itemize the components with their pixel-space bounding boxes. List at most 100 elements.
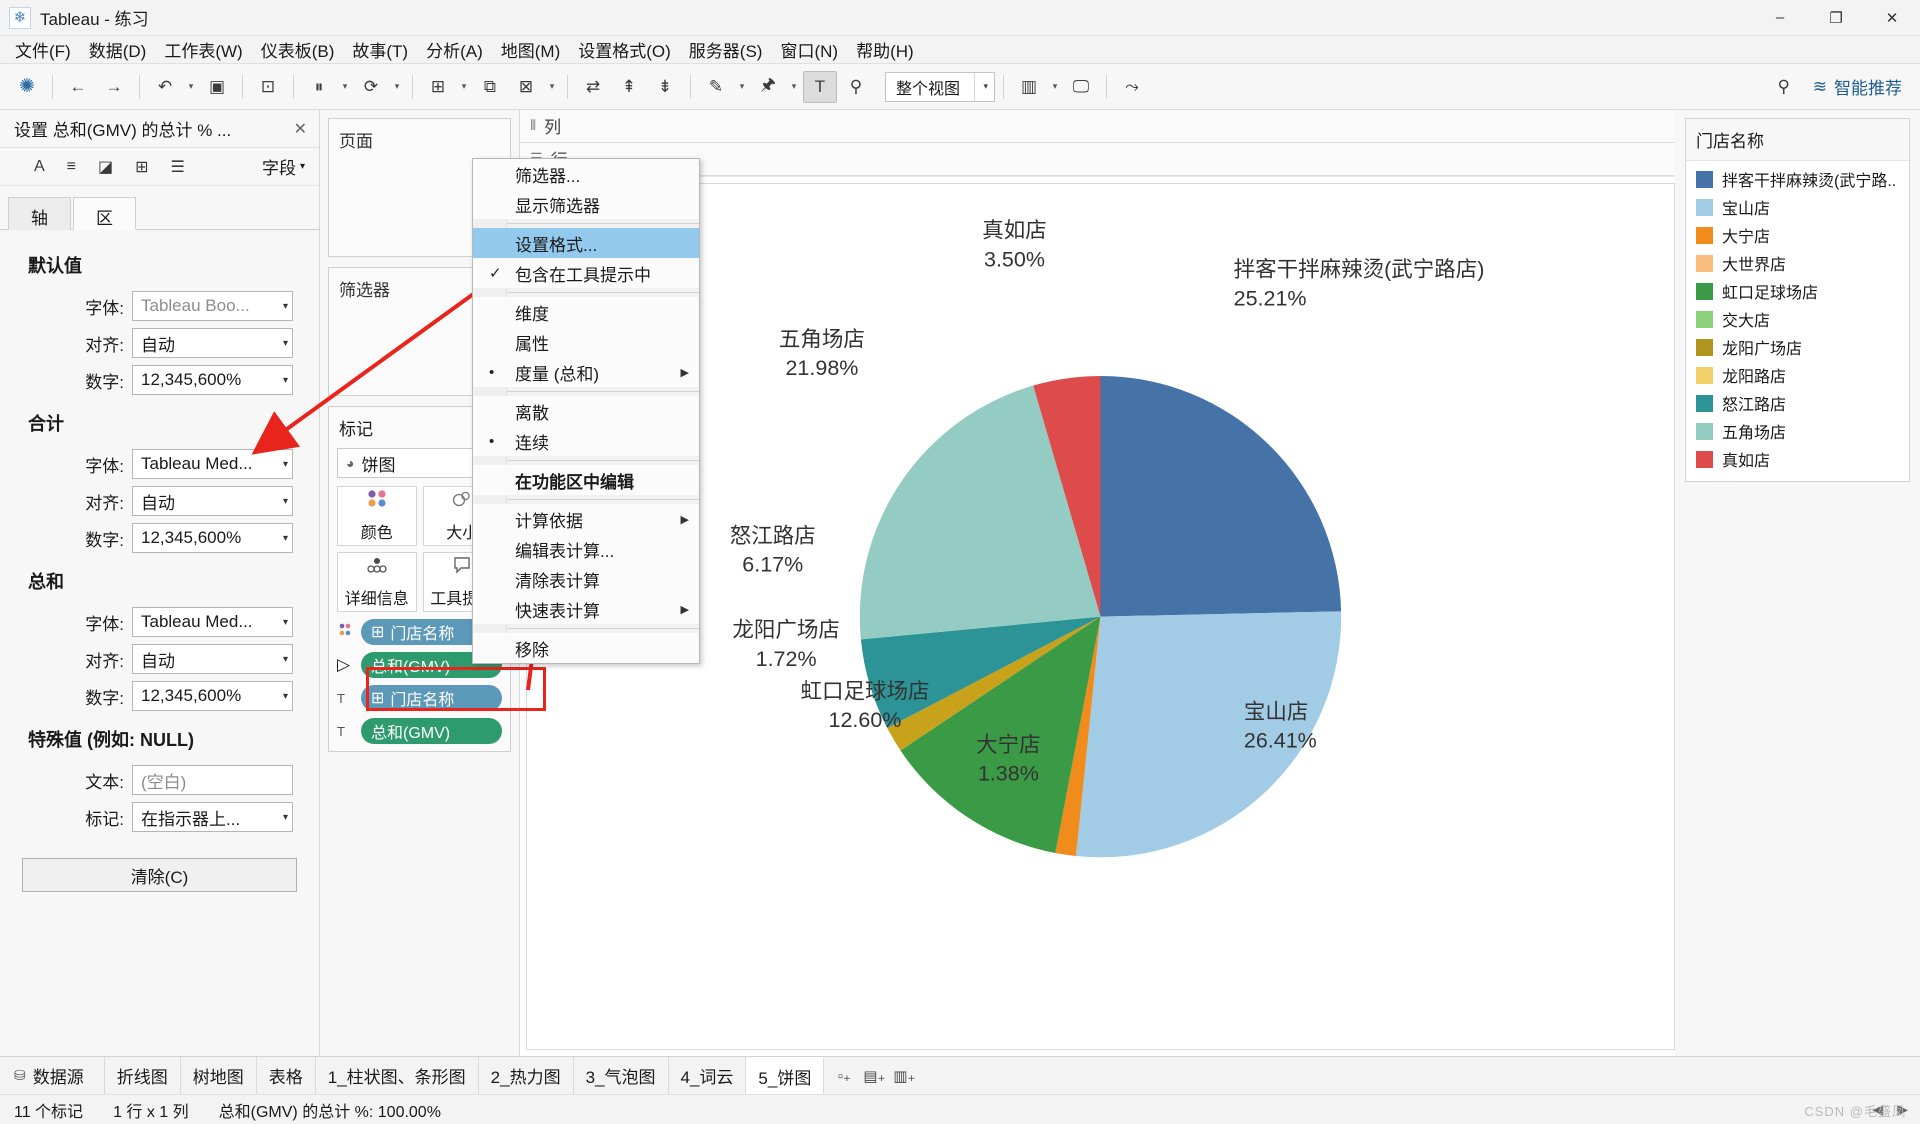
menu-data[interactable]: 数据(D) <box>80 34 156 65</box>
clear-icon[interactable]: ⊠ <box>509 71 543 103</box>
alignment-icon[interactable]: ≡ <box>67 158 76 176</box>
chevron-down-icon[interactable]: ▾ <box>390 71 404 103</box>
ctx-item-attribute[interactable]: 属性 <box>473 327 699 357</box>
ctx-item-edit-in-shelf[interactable]: 在功能区中编辑 <box>473 465 699 495</box>
ctx-item-clear-table-calc[interactable]: 清除表计算 <box>473 564 699 594</box>
pie-slice-banke[interactable] <box>1100 375 1342 617</box>
sort-asc-icon[interactable]: ⇞ <box>612 71 646 103</box>
legend-item[interactable]: 五角场店 <box>1686 417 1909 445</box>
sheet-tab-treemap[interactable]: 树地图 <box>181 1057 257 1094</box>
special-marker-dropdown[interactable]: 在指示器上... ▾ <box>132 802 293 832</box>
menu-map[interactable]: 地图(M) <box>492 34 569 65</box>
menu-file[interactable]: 文件(F) <box>6 34 80 65</box>
clear-sheet-icon[interactable]: ⊞ <box>421 71 455 103</box>
marks-detail-button[interactable]: 详细信息 <box>337 552 417 612</box>
share-icon[interactable]: ⤳ <box>1115 71 1149 103</box>
lines-icon[interactable]: ☰ <box>171 157 185 177</box>
marks-color-button[interactable]: 颜色 <box>337 486 417 546</box>
shading-icon[interactable]: ◪ <box>98 157 113 177</box>
data-source-tab[interactable]: ⛁ 数据源 <box>0 1057 105 1094</box>
legend-item[interactable]: 大世界店 <box>1686 249 1909 277</box>
sheet-tab-line-chart[interactable]: 折线图 <box>105 1057 181 1094</box>
show-cards-icon[interactable]: ▥ <box>1012 71 1046 103</box>
duplicate-icon[interactable]: ⧉ <box>473 71 507 103</box>
sheet-tab-bar-chart[interactable]: 1_柱状图、条形图 <box>316 1057 479 1094</box>
font-icon[interactable]: A <box>34 158 45 176</box>
legend-item[interactable]: 龙阳路店 <box>1686 361 1909 389</box>
chevron-down-icon[interactable]: ▾ <box>735 71 749 103</box>
menu-window[interactable]: 窗口(N) <box>771 34 847 65</box>
save-icon[interactable]: ▣ <box>200 71 234 103</box>
field-selector[interactable]: 字段 ▾ <box>262 154 319 179</box>
ctx-item-include-tooltip[interactable]: ✓ 包含在工具提示中 <box>473 258 699 288</box>
tab-axis[interactable]: 轴 <box>8 197 71 230</box>
new-dashboard-icon[interactable]: ▤₊ <box>860 1057 888 1095</box>
menu-server[interactable]: 服务器(S) <box>680 34 772 65</box>
clear-format-button[interactable]: 清除(C) <box>22 858 297 892</box>
ctx-item-measure[interactable]: • 度量 (总和) ▶ <box>473 357 699 387</box>
pause-icon[interactable]: ⏸ <box>302 71 336 103</box>
borders-icon[interactable]: ⊞ <box>135 157 148 177</box>
special-text-input[interactable]: (空白) <box>132 765 293 795</box>
minimize-button[interactable]: – <box>1752 0 1808 36</box>
align-dropdown-default[interactable]: 自动 ▾ <box>132 328 293 358</box>
align-dropdown-grandtotal[interactable]: 自动 ▾ <box>132 644 293 674</box>
label-icon[interactable]: T <box>803 70 837 103</box>
refresh-icon[interactable]: ⟳ <box>354 71 388 103</box>
close-icon[interactable]: ✕ <box>290 119 311 139</box>
sheet-tab-wordcloud[interactable]: 4_词云 <box>669 1057 747 1094</box>
ctx-item-dimension[interactable]: 维度 <box>473 297 699 327</box>
ctx-item-format[interactable]: 设置格式... <box>473 228 699 258</box>
chevron-down-icon[interactable]: ▾ <box>974 72 988 101</box>
back-icon[interactable]: ← <box>61 71 95 103</box>
menu-format[interactable]: 设置格式(O) <box>569 34 680 65</box>
number-dropdown-subtotal[interactable]: 12,345,600% ▾ <box>132 523 293 553</box>
smart-recommend-button[interactable]: ≋ 智能推荐 <box>1813 74 1902 99</box>
group-icon[interactable]: 🖈 <box>751 71 785 103</box>
menu-help[interactable]: 帮助(H) <box>847 34 923 65</box>
number-dropdown-grandtotal[interactable]: 12,345,600% ▾ <box>132 681 293 711</box>
pill-measure-gmv-label[interactable]: 总和(GMV) <box>361 718 502 744</box>
font-dropdown-default[interactable]: Tableau Boo... ▾ <box>132 291 293 321</box>
ctx-item-compute-using[interactable]: 计算依据 ▶ <box>473 504 699 534</box>
new-story-icon[interactable]: ▥₊ <box>890 1057 918 1095</box>
legend-item[interactable]: 交大店 <box>1686 305 1909 333</box>
pin-icon[interactable]: ⚲ <box>1767 71 1801 103</box>
menu-dashboard[interactable]: 仪表板(B) <box>252 34 344 65</box>
legend-item[interactable]: 龙阳广场店 <box>1686 333 1909 361</box>
legend-item[interactable]: 真如店 <box>1686 445 1909 473</box>
forward-icon[interactable]: → <box>97 71 131 103</box>
maximize-button[interactable]: ❐ <box>1808 0 1864 36</box>
font-dropdown-subtotal[interactable]: Tableau Med... ▾ <box>132 449 293 479</box>
fit-selector[interactable]: 整个视图 ▾ <box>885 71 995 102</box>
close-button[interactable]: ✕ <box>1864 0 1920 36</box>
columns-shelf[interactable]: ⦀ 列 <box>520 110 1675 143</box>
context-menu[interactable]: 筛选器... 显示筛选器 设置格式... ✓ 包含在工具提示中 维度 属性 • … <box>472 158 700 664</box>
ctx-item-continuous[interactable]: • 连续 <box>473 426 699 456</box>
undo-icon[interactable]: ↶ <box>148 71 182 103</box>
chevron-down-icon[interactable]: ▾ <box>787 71 801 103</box>
sheet-tab-heatmap[interactable]: 2_热力图 <box>479 1057 574 1094</box>
align-dropdown-subtotal[interactable]: 自动 ▾ <box>132 486 293 516</box>
menu-story[interactable]: 故事(T) <box>343 34 417 65</box>
menu-worksheet[interactable]: 工作表(W) <box>155 34 251 65</box>
tab-pane[interactable]: 区 <box>73 197 136 230</box>
legend-item[interactable]: 拌客干拌麻辣烫(武宁路.. <box>1686 165 1909 193</box>
tableau-logo-icon[interactable]: ✺ <box>10 71 44 103</box>
legend-item[interactable]: 怒江路店 <box>1686 389 1909 417</box>
chevron-down-icon[interactable]: ▾ <box>184 71 198 103</box>
legend-item[interactable]: 大宁店 <box>1686 221 1909 249</box>
new-worksheet-icon[interactable]: ⊡ <box>251 71 285 103</box>
ctx-item-quick-table-calc[interactable]: 快速表计算 ▶ <box>473 594 699 624</box>
menu-analysis[interactable]: 分析(A) <box>417 34 492 65</box>
chevron-down-icon[interactable]: ▾ <box>1048 71 1062 103</box>
swap-icon[interactable]: ⇄ <box>576 71 610 103</box>
font-dropdown-grandtotal[interactable]: Tableau Med... ▾ <box>132 607 293 637</box>
legend-item[interactable]: 虹口足球场店 <box>1686 277 1909 305</box>
ctx-item-discrete[interactable]: 离散 <box>473 396 699 426</box>
number-dropdown-default[interactable]: 12,345,600% ▾ <box>132 365 293 395</box>
sheet-tab-pie-chart[interactable]: 5_饼图 <box>746 1057 825 1094</box>
new-worksheet-icon[interactable]: ▫₊ <box>830 1057 858 1095</box>
fix-axis-icon[interactable]: ⚲ <box>839 71 873 103</box>
pill-dimension-store-label[interactable]: ⊞ 门店名称 <box>361 685 502 711</box>
